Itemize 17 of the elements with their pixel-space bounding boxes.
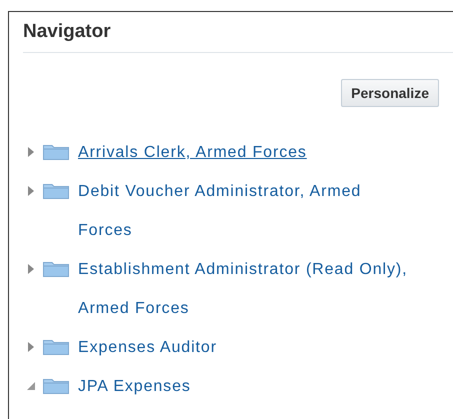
folder-icon	[43, 261, 69, 277]
expand-icon[interactable]	[27, 342, 36, 352]
panel-title: Navigator	[23, 12, 453, 53]
expand-icon[interactable]	[27, 264, 36, 274]
folder-icon	[43, 339, 69, 355]
folder-icon	[43, 183, 69, 199]
personalize-button[interactable]: Personalize	[341, 79, 439, 107]
expand-icon[interactable]	[27, 186, 36, 196]
tree-item-link[interactable]: Debit Voucher Administrator, Armed Forces	[78, 172, 362, 250]
tree-item-link[interactable]: Establishment Administrator (Read Only), Armed Forces	[78, 250, 408, 328]
tree-item-link[interactable]: Arrivals Clerk, Armed Forces	[78, 133, 307, 172]
folder-icon	[43, 378, 69, 394]
expand-icon[interactable]	[27, 147, 36, 157]
collapse-icon[interactable]	[27, 381, 36, 391]
tree-item-link[interactable]: Expenses Auditor	[78, 328, 217, 367]
folder-icon	[43, 144, 69, 160]
tree-item-link[interactable]: JPA Expenses	[78, 367, 191, 406]
